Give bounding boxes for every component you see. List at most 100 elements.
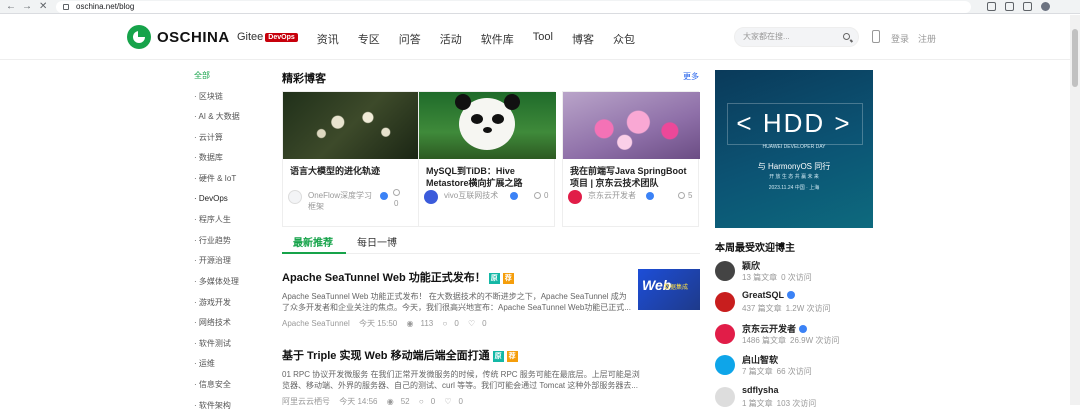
sidebar-item-hardware-iot[interactable]: · 硬件 & IoT — [194, 173, 264, 194]
ad-tagline: 与 HarmonyOS 同行 — [715, 161, 873, 172]
sidebar-item-database[interactable]: · 数据库 — [194, 152, 264, 173]
sidebar-item-blockchain[interactable]: · 区块链 — [194, 91, 264, 112]
article-title-text[interactable]: Apache SeaTunnel Web 功能正式发布！ — [282, 272, 486, 284]
nav-gitee[interactable]: GiteeDevOps — [237, 31, 298, 47]
blogger-stats: 7 篇文章66 次访问 — [742, 366, 816, 377]
nav-events[interactable]: 活动 — [440, 31, 462, 47]
verified-icon — [799, 325, 807, 333]
address-bar[interactable]: oschina.net/blog — [56, 1, 971, 13]
nav-blog[interactable]: 博客 — [572, 31, 594, 47]
tab-latest[interactable]: 最新推荐 — [293, 234, 333, 249]
article-item: 基于 Triple 实现 Web 移动端后端全面打通原荐 01 RPC 协议开发… — [282, 347, 700, 407]
verified-icon — [380, 192, 388, 200]
nav-software[interactable]: 软件库 — [481, 31, 514, 47]
close-icon[interactable]: ✕ — [39, 0, 47, 14]
sidebar-item-industry-trends[interactable]: · 行业趋势 — [194, 235, 264, 256]
blogger-articles: 1 篇文章 — [742, 399, 773, 408]
blogger-name[interactable]: 颖欣 — [742, 259, 760, 272]
page-scrollbar[interactable] — [1070, 15, 1080, 405]
active-tab-indicator — [282, 252, 346, 254]
featured-card[interactable]: MySQL到TiDB：Hive Metastore横向扩展之路 vivo互联网技… — [418, 91, 555, 227]
nav-crowdsourcing[interactable]: 众包 — [613, 31, 635, 47]
card-image — [283, 92, 420, 159]
logo-text: OSCHINA — [157, 29, 230, 46]
search-input[interactable]: 大家都在搜... — [734, 27, 859, 47]
sidebar-item-devops[interactable]: · DevOps — [194, 194, 264, 215]
blogger-name[interactable]: 京东云开发者 — [742, 322, 807, 335]
sidebar-item-network[interactable]: · 网络技术 — [194, 317, 264, 338]
featured-card[interactable]: 语言大模型的进化轨迹 OneFlow深度学习框架 0 — [282, 91, 419, 227]
nav-tool[interactable]: Tool — [533, 31, 553, 47]
sidebar-item-all[interactable]: 全部 — [194, 70, 264, 91]
verified-icon — [510, 192, 518, 200]
browser-toolbar: ← → ✕ oschina.net/blog — [0, 0, 1080, 14]
article-author[interactable]: Apache SeaTunnel — [282, 319, 350, 328]
blogger-item[interactable]: 启山智软 7 篇文章66 次访问 — [715, 353, 873, 384]
sidebar-item-architecture[interactable]: · 软件架构 — [194, 400, 264, 420]
blogger-item[interactable]: GreatSQL 437 篇文章1.2W 次访问 — [715, 290, 873, 321]
article-title-text[interactable]: 基于 Triple 实现 Web 移动端后端全面打通 — [282, 350, 490, 362]
article-title[interactable]: 基于 Triple 实现 Web 移动端后端全面打通原荐 — [282, 347, 700, 363]
featured-card[interactable]: 我在前端写Java SpringBoot项目 | 京东云技术团队 京东云开发者 … — [562, 91, 699, 227]
card-title[interactable]: MySQL到TiDB：Hive Metastore横向扩展之路 — [426, 165, 550, 189]
menu-icon[interactable] — [1059, 2, 1062, 11]
blogger-name-text[interactable]: 京东云开发者 — [742, 324, 796, 334]
blogger-avatar — [715, 292, 735, 312]
blogger-name-text[interactable]: GreatSQL — [742, 290, 784, 300]
author-name[interactable]: OneFlow深度学习框架 — [308, 190, 378, 212]
sidebar-item-programmer-life[interactable]: · 程序人生 — [194, 214, 264, 235]
sidebar-item-testing[interactable]: · 软件测试 — [194, 338, 264, 359]
bookmark-icon[interactable] — [1005, 2, 1014, 11]
blogger-name[interactable]: sdflysha — [742, 385, 779, 395]
blogger-avatar — [715, 387, 735, 407]
card-title[interactable]: 语言大模型的进化轨迹 — [290, 165, 414, 177]
author-name[interactable]: vivo互联网技术 — [444, 190, 514, 201]
search-icon[interactable] — [843, 33, 850, 40]
blogger-articles: 1486 篇文章 — [742, 336, 786, 345]
nav-news[interactable]: 资讯 — [317, 31, 339, 47]
forward-icon[interactable]: → — [22, 0, 32, 14]
scrollbar-thumb[interactable] — [1072, 29, 1078, 87]
sidebar-item-ops[interactable]: · 运维 — [194, 358, 264, 379]
blogger-item[interactable]: sdflysha 1 篇文章103 次访问 — [715, 385, 873, 416]
nav-qa[interactable]: 问答 — [399, 31, 421, 47]
card-title[interactable]: 我在前端写Java SpringBoot项目 | 京东云技术团队 — [570, 165, 694, 189]
recommend-tag: 荐 — [503, 273, 514, 284]
search-placeholder: 大家都在搜... — [743, 32, 790, 41]
sidebar-item-multimedia[interactable]: · 多媒体处理 — [194, 276, 264, 297]
profile-avatar[interactable] — [1041, 2, 1050, 11]
ad-subtitle: HUAWEI DEVELOPER DAY — [715, 144, 873, 150]
card-image — [563, 92, 700, 159]
sidebar-item-security[interactable]: · 信息安全 — [194, 379, 264, 400]
blogger-avatar — [715, 261, 735, 281]
sidebar-item-ai-bigdata[interactable]: · AI & 大数据 — [194, 111, 264, 132]
site-logo[interactable]: OSCHINA — [127, 25, 230, 49]
sidebar-item-game-dev[interactable]: · 游戏开发 — [194, 297, 264, 318]
view-count: 113 — [420, 319, 433, 328]
blogger-name[interactable]: 启山智软 — [742, 353, 778, 366]
author-avatar — [568, 190, 582, 204]
share-icon[interactable] — [987, 2, 996, 11]
mobile-icon[interactable] — [872, 30, 880, 43]
author-avatar — [288, 190, 302, 204]
article-tabs: 最新推荐 每日一博 — [282, 228, 700, 254]
blogger-name[interactable]: GreatSQL — [742, 290, 795, 300]
main-nav: GiteeDevOps 资讯 专区 问答 活动 软件库 Tool 博客 众包 — [237, 31, 654, 47]
tab-daily[interactable]: 每日一博 — [357, 234, 397, 249]
article-thumbnail[interactable]: Web 数据集成 — [638, 269, 700, 310]
register-link[interactable]: 注册 — [918, 32, 936, 45]
ad-headline: < HDD > — [715, 108, 873, 139]
sidebar-item-cloud[interactable]: · 云计算 — [194, 132, 264, 153]
sidebar-item-oss-governance[interactable]: · 开源治理 — [194, 255, 264, 276]
blogger-item[interactable]: 颖欣 13 篇文章0 次访问 — [715, 259, 873, 290]
nav-zone[interactable]: 专区 — [358, 31, 380, 47]
author-avatar — [424, 190, 438, 204]
blogger-item[interactable]: 京东云开发者 1486 篇文章26.9W 次访问 — [715, 322, 873, 353]
more-link[interactable]: 更多 — [683, 71, 699, 82]
ad-banner[interactable]: < HDD > HUAWEI DEVELOPER DAY 与 HarmonyOS… — [715, 70, 873, 228]
sidepanel-icon[interactable] — [1023, 2, 1032, 11]
back-icon[interactable]: ← — [6, 0, 16, 14]
comment-icon — [678, 192, 685, 199]
login-link[interactable]: 登录 — [891, 32, 909, 45]
comment-count: 0 — [544, 191, 548, 200]
